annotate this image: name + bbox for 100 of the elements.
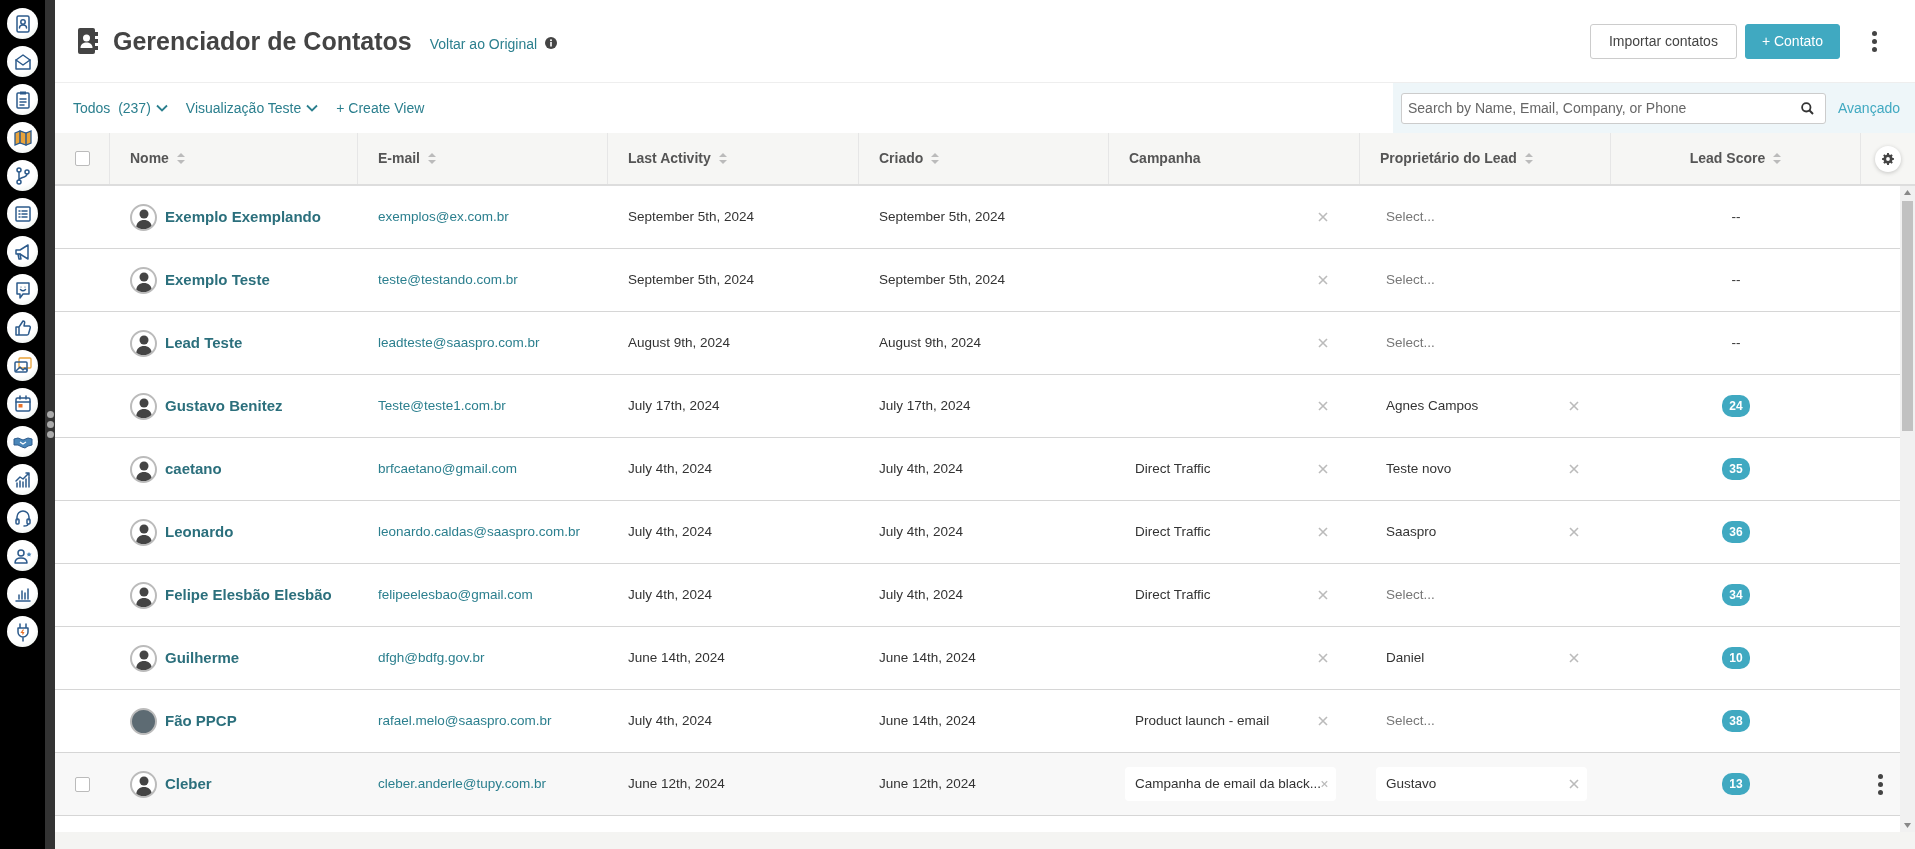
- clear-icon[interactable]: [1318, 590, 1328, 600]
- clear-icon[interactable]: [1318, 716, 1328, 726]
- column-header[interactable]: Nome: [130, 148, 169, 169]
- clear-icon[interactable]: [1569, 401, 1579, 411]
- headset-icon[interactable]: [7, 502, 38, 533]
- column-header[interactable]: Proprietário do Lead: [1380, 148, 1517, 169]
- header-cell[interactable]: E-mail: [358, 133, 608, 184]
- clear-icon[interactable]: [1318, 401, 1328, 411]
- table-row[interactable]: Exemplo Teste teste@testando.com.br September 5th, 2024 September 5th, 2024 Select... --: [55, 249, 1900, 312]
- email-link[interactable]: teste@testando.com.br: [378, 269, 518, 291]
- clear-icon[interactable]: [1569, 653, 1579, 663]
- thumbs-up-icon[interactable]: [7, 312, 38, 343]
- contact-name-link[interactable]: Exemplo Teste: [165, 268, 270, 292]
- branch-icon[interactable]: [7, 160, 38, 191]
- clipboard-icon[interactable]: [7, 84, 38, 115]
- create-view-link[interactable]: + Create View: [336, 97, 425, 119]
- table-row[interactable]: Cleber cleber.anderle@tupy.com.br June 12th, 2024 June 12th, 2024 Campanha de email da black... Gustavo 13: [55, 753, 1900, 816]
- search-icon[interactable]: [1801, 101, 1814, 115]
- column-header[interactable]: E-mail: [378, 148, 420, 169]
- owner-field[interactable]: Daniel: [1376, 641, 1587, 675]
- view-dropdown[interactable]: Visualização Teste: [185, 97, 319, 119]
- email-link[interactable]: exemplos@ex.com.br: [378, 206, 509, 228]
- clear-icon[interactable]: [1318, 212, 1328, 222]
- calendar-icon[interactable]: [7, 388, 38, 419]
- contact-name-link[interactable]: caetano: [165, 457, 222, 481]
- owner-field[interactable]: Select...: [1376, 200, 1587, 234]
- view-dropdown[interactable]: Todos (237): [73, 97, 168, 119]
- table-row[interactable]: caetano brfcaetano@gmail.com July 4th, 2024 July 4th, 2024 Direct Traffic Teste novo 35: [55, 438, 1900, 501]
- sort-icon[interactable]: [1773, 153, 1782, 164]
- contact-card-icon[interactable]: [7, 8, 38, 39]
- email-link[interactable]: brfcaetano@gmail.com: [378, 458, 517, 480]
- owner-field[interactable]: Teste novo: [1376, 452, 1587, 486]
- clear-icon[interactable]: [1321, 779, 1328, 789]
- header-cell[interactable]: Last Activity: [608, 133, 859, 184]
- contact-name-link[interactable]: Fão PPCP: [165, 709, 237, 733]
- sort-icon[interactable]: [176, 153, 185, 164]
- bar-chart-icon[interactable]: [7, 578, 38, 609]
- table-row[interactable]: Lead Teste leadteste@saaspro.com.br August 9th, 2024 August 9th, 2024 Select... --: [55, 312, 1900, 375]
- column-header[interactable]: Campanha: [1129, 148, 1201, 169]
- sort-icon[interactable]: [931, 153, 940, 164]
- campaign-field[interactable]: Product launch - email: [1125, 704, 1336, 738]
- contact-name-link[interactable]: Leonardo: [165, 520, 234, 544]
- row-checkbox[interactable]: [75, 776, 90, 792]
- back-link[interactable]: Voltar ao Original: [429, 33, 538, 55]
- contact-name-link[interactable]: Lead Teste: [165, 331, 243, 355]
- email-link[interactable]: felipeelesbao@gmail.com: [378, 584, 533, 606]
- clear-icon[interactable]: [1569, 464, 1579, 474]
- email-link[interactable]: leonardo.caldas@saaspro.com.br: [378, 521, 581, 543]
- table-row[interactable]: Exemplo Exemplando exemplos@ex.com.br September 5th, 2024 September 5th, 2024 Select... --: [55, 186, 1900, 249]
- table-row[interactable]: Guilherme dfgh@bdfg.gov.br June 14th, 2024 June 14th, 2024 Daniel 10: [55, 627, 1900, 690]
- campaign-field[interactable]: Direct Traffic: [1125, 515, 1336, 549]
- clear-icon[interactable]: [1318, 653, 1328, 663]
- import-contacts-button[interactable]: Importar contatos: [1589, 23, 1737, 59]
- resize-handle[interactable]: [46, 411, 54, 438]
- list-icon[interactable]: [7, 198, 38, 229]
- email-link[interactable]: dfgh@bdfg.gov.br: [378, 647, 485, 669]
- campaign-field[interactable]: Campanha de email da black...: [1125, 767, 1336, 801]
- megaphone-icon[interactable]: [7, 236, 38, 267]
- owner-field[interactable]: Select...: [1376, 704, 1587, 738]
- owner-field[interactable]: Select...: [1376, 578, 1587, 612]
- email-link[interactable]: cleber.anderle@tupy.com.br: [378, 773, 547, 795]
- contact-name-link[interactable]: Gustavo Benitez: [165, 394, 283, 418]
- clear-icon[interactable]: [1318, 338, 1328, 348]
- clear-icon[interactable]: [1318, 527, 1328, 537]
- owner-field[interactable]: Saaspro: [1376, 515, 1587, 549]
- email-link[interactable]: leadteste@saaspro.com.br: [378, 332, 540, 354]
- scroll-down-icon[interactable]: [1904, 823, 1911, 828]
- table-row[interactable]: Leonardo leonardo.caldas@saaspro.com.br July 4th, 2024 July 4th, 2024 Direct Traffic Saaspro 36: [55, 501, 1900, 564]
- clear-icon[interactable]: [1318, 464, 1328, 474]
- sort-icon[interactable]: [718, 153, 727, 164]
- column-header[interactable]: Criado: [879, 148, 924, 169]
- handshake-icon[interactable]: [7, 426, 38, 457]
- sort-icon[interactable]: [1524, 153, 1533, 164]
- clear-icon[interactable]: [1318, 275, 1328, 285]
- search-field[interactable]: Search by Name, Email, Company, or Phone: [1401, 92, 1826, 124]
- line-chart-icon[interactable]: [7, 464, 38, 495]
- contact-name-link[interactable]: Guilherme: [165, 646, 240, 670]
- header-cell[interactable]: Nome: [110, 133, 358, 184]
- clear-icon[interactable]: [1569, 527, 1579, 537]
- sort-icon[interactable]: [428, 153, 436, 164]
- owner-field[interactable]: Gustavo: [1376, 767, 1587, 801]
- column-header[interactable]: Last Activity: [628, 148, 711, 169]
- image-icon[interactable]: [7, 350, 38, 381]
- scrollbar[interactable]: [1900, 186, 1915, 832]
- column-header[interactable]: Lead Score: [1689, 148, 1766, 169]
- envelope-icon[interactable]: [7, 46, 38, 77]
- contact-name-link[interactable]: Felipe Elesbão Elesbão: [165, 583, 332, 607]
- table-row[interactable]: Gustavo Benitez Teste@teste1.com.br July 17th, 2024 July 17th, 2024 Agnes Campos 24: [55, 375, 1900, 438]
- header-cell[interactable]: Lead Score: [1611, 133, 1861, 184]
- owner-field[interactable]: Select...: [1376, 326, 1587, 360]
- email-link[interactable]: rafael.melo@saaspro.com.br: [378, 710, 552, 732]
- scroll-up-icon[interactable]: [1904, 190, 1911, 195]
- map-icon[interactable]: [7, 122, 38, 153]
- contact-name-link[interactable]: Cleber: [165, 772, 212, 796]
- header-cell[interactable]: Proprietário do Lead: [1360, 133, 1611, 184]
- owner-field[interactable]: Select...: [1376, 263, 1587, 297]
- chat-bubble-icon[interactable]: [7, 274, 38, 305]
- table-row[interactable]: Felipe Elesbão Elesbão felipeelesbao@gmail.com July 4th, 2024 July 4th, 2024 Direct Traffic Select... 34: [55, 564, 1900, 627]
- header-cell[interactable]: Campanha: [1109, 133, 1360, 184]
- email-link[interactable]: Teste@teste1.com.br: [378, 395, 506, 417]
